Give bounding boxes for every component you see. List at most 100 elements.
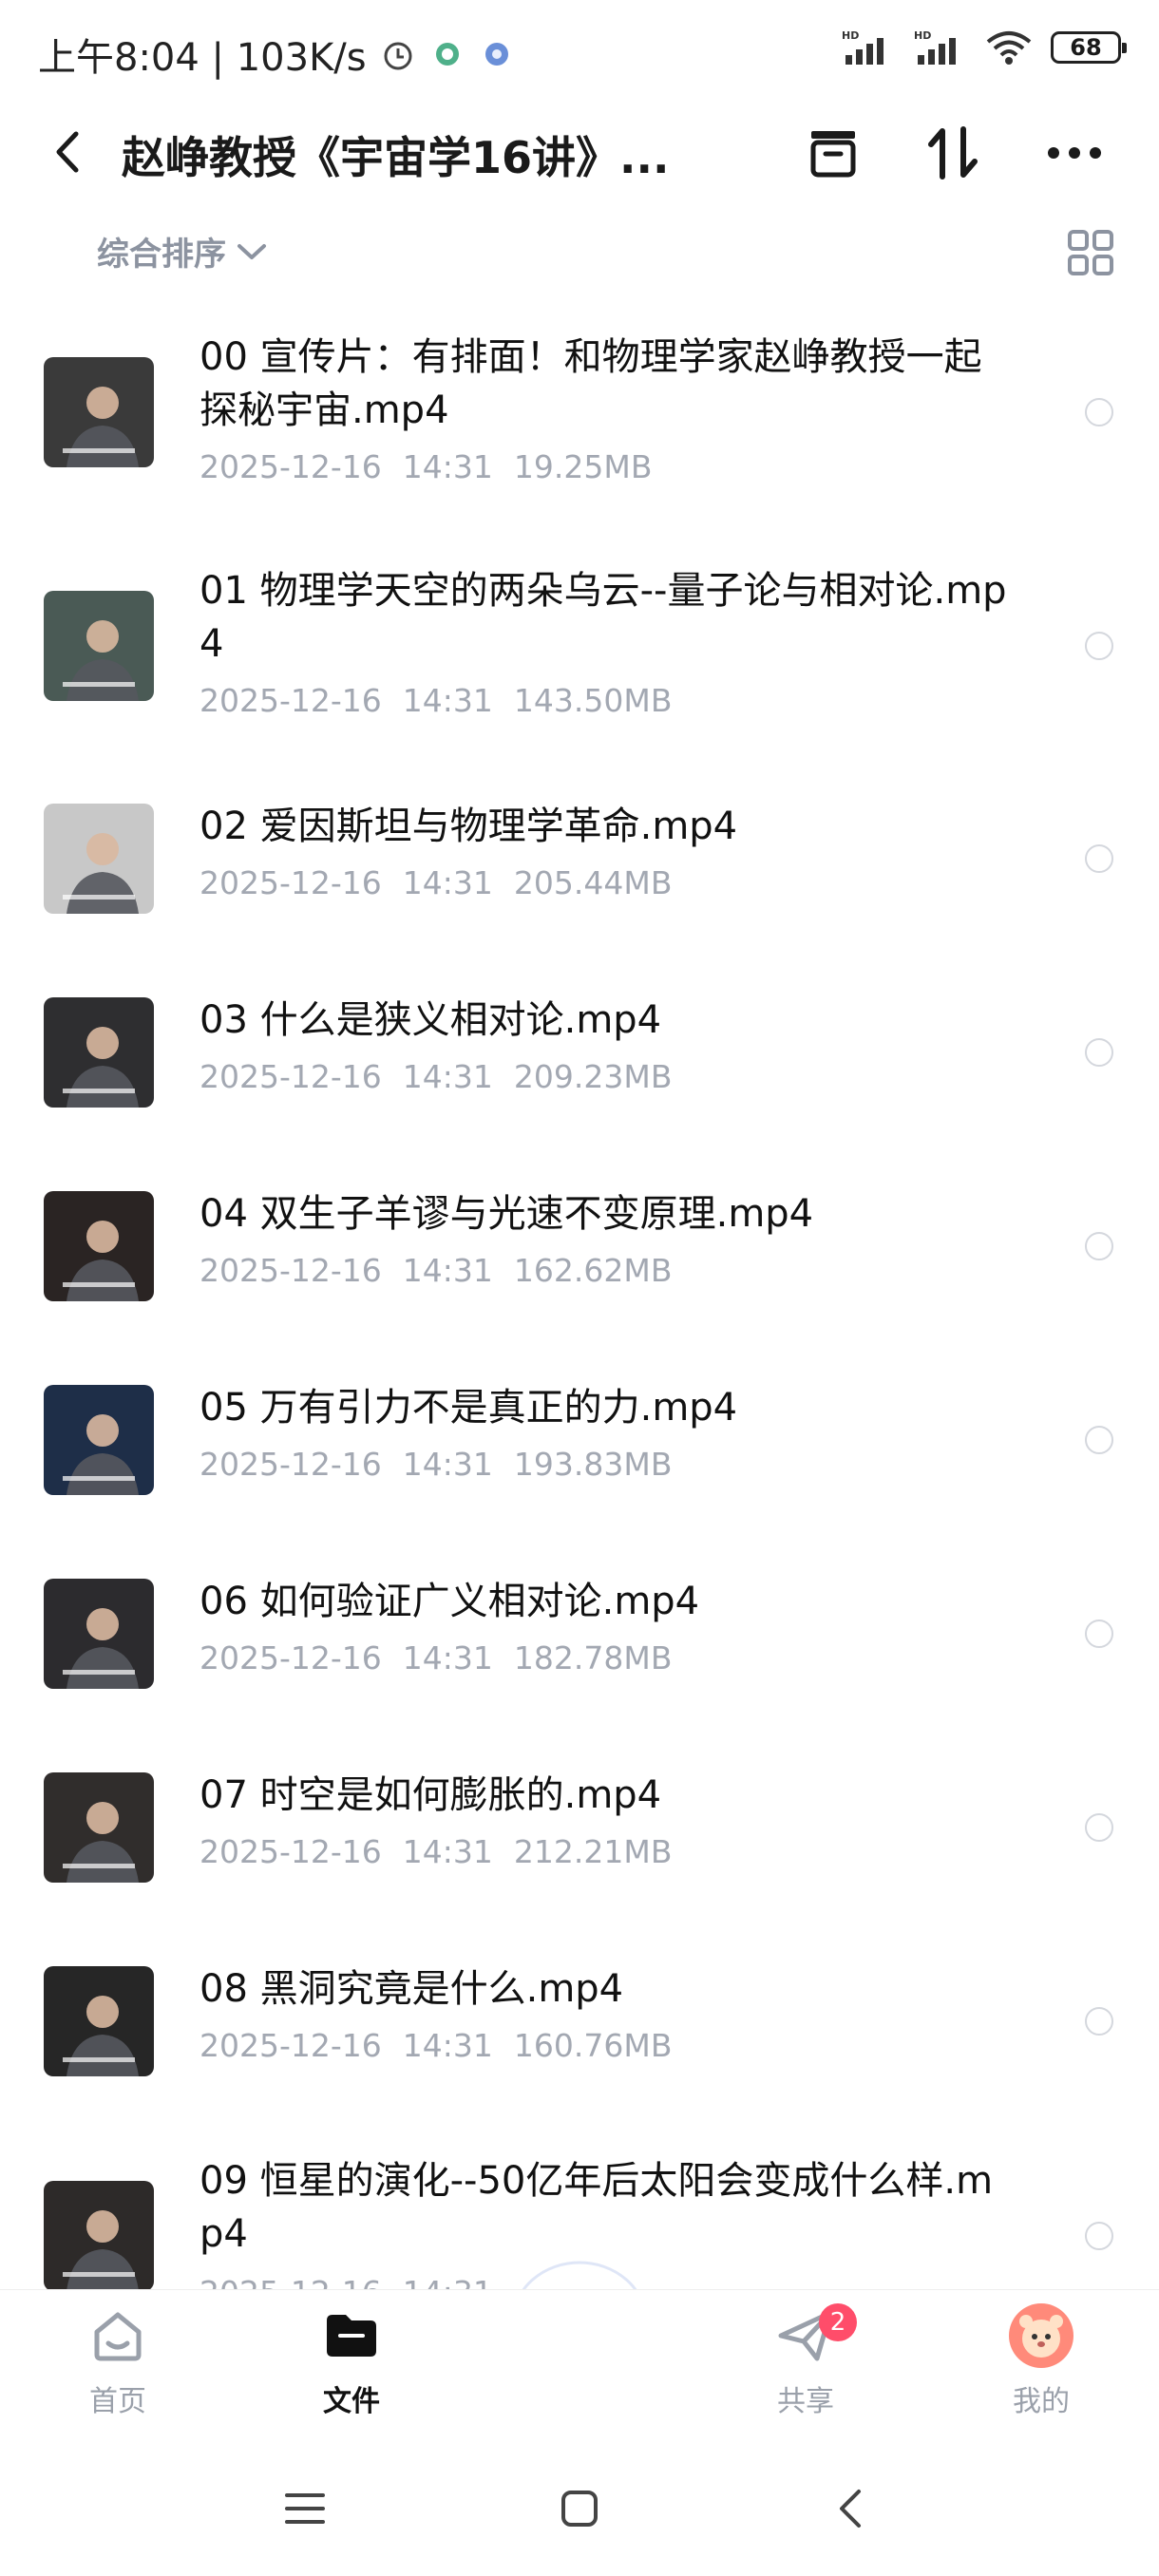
file-date: 2025-12-16 — [200, 2027, 382, 2064]
square-icon — [561, 2491, 598, 2527]
file-name: 07 时空是如何膨胀的.mp4 — [200, 1773, 662, 1817]
grid-view-button[interactable] — [1066, 228, 1115, 277]
header: 赵峥教授《宇宙学16讲》... — [0, 104, 1159, 199]
file-list-item[interactable]: 02 爱因斯坦与物理学革命.mp4 2025-12-16 14:31 205.44MB — [0, 764, 1159, 957]
file-time: 14:31 — [402, 682, 493, 719]
file-size: 143.50MB — [513, 682, 673, 719]
file-size: 19.25MB — [513, 448, 653, 485]
select-radio[interactable] — [1085, 1813, 1113, 1842]
video-thumbnail — [44, 1772, 154, 1883]
file-time: 14:31 — [402, 1058, 493, 1095]
back-button[interactable] — [38, 122, 99, 182]
file-list-item[interactable]: 00 宣传片：有排面！和物理学家赵峥教授一起探秘宇宙.mp4 2025-12-16… — [0, 296, 1159, 530]
file-name: 03 什么是狭义相对论.mp4 — [200, 998, 662, 1042]
video-thumbnail — [44, 1191, 154, 1301]
file-name: 06 如何验证广义相对论.mp4 — [200, 1580, 700, 1623]
file-date: 2025-12-16 — [200, 1252, 382, 1289]
file-name: 08 黑洞究竟是什么.mp4 — [200, 1967, 624, 2011]
status-bar: 上午8:04 | 103K/s HD HD 68 — [0, 0, 1159, 104]
video-thumbnail — [44, 1966, 154, 2076]
system-back-button[interactable] — [817, 2475, 884, 2542]
file-time: 14:31 — [402, 1446, 493, 1483]
app-screen: 上午8:04 | 103K/s HD HD 68 赵峥教授《宇宙学16讲》...… — [0, 0, 1159, 2576]
file-list-item[interactable]: 04 双生子羊谬与光速不变原理.mp4 2025-12-16 14:31 162.62… — [0, 1151, 1159, 1345]
file-meta: 2025-12-16 14:31 209.23MB — [200, 1058, 693, 1095]
share-badge: 2 — [819, 2303, 857, 2341]
select-radio[interactable] — [1085, 1232, 1113, 1260]
file-name: 00 宣传片：有排面！和物理学家赵峥教授一起探秘宇宙.mp4 — [200, 335, 982, 432]
file-date: 2025-12-16 — [200, 1639, 382, 1676]
file-meta: 2025-12-16 14:31 143.50MB — [200, 682, 693, 719]
nav-share[interactable]: 2 共享 — [730, 2301, 882, 2419]
select-radio[interactable] — [1085, 2222, 1113, 2250]
file-list: 00 宣传片：有排面！和物理学家赵峥教授一起探秘宇宙.mp4 2025-12-16… — [0, 296, 1159, 2289]
video-thumbnail — [44, 1385, 154, 1495]
video-thumbnail — [44, 591, 154, 701]
select-radio[interactable] — [1085, 844, 1113, 873]
home-button[interactable] — [546, 2475, 613, 2542]
select-radio[interactable] — [1085, 1426, 1113, 1454]
select-radio[interactable] — [1085, 1619, 1113, 1648]
page-title: 赵峥教授《宇宙学16讲》... — [122, 132, 670, 183]
menu-icon — [285, 2493, 325, 2524]
more-button[interactable] — [1041, 120, 1108, 186]
file-list-item[interactable]: 05 万有引力不是真正的力.mp4 2025-12-16 14:31 193.83MB — [0, 1345, 1159, 1539]
file-meta: 2025-12-16 14:31 162.62MB — [200, 1252, 693, 1289]
file-time: 14:31 — [402, 864, 493, 901]
status-time: 上午8:04 | 103K/s — [38, 36, 367, 80]
sort-row: 综合排序 — [0, 220, 1159, 287]
file-name: 05 万有引力不是真正的力.mp4 — [200, 1386, 738, 1430]
status-left: 上午8:04 | 103K/s — [38, 27, 515, 82]
sort-order-button[interactable] — [920, 120, 986, 186]
system-navigation-bar — [0, 2441, 1159, 2576]
archive-button[interactable] — [800, 120, 866, 186]
file-list-item[interactable]: 07 时空是如何膨胀的.mp4 2025-12-16 14:31 212.21MB — [0, 1733, 1159, 1926]
swap-vertical-icon — [928, 126, 978, 180]
select-radio[interactable] — [1085, 632, 1113, 660]
signal-label-2: HD — [914, 29, 931, 42]
chevron-left-icon — [840, 2490, 861, 2528]
file-list-item[interactable]: 01 物理学天空的两朵乌云--量子论与相对论.mp4 2025-12-16 14:3… — [0, 530, 1159, 764]
file-size: 182.78MB — [513, 1639, 673, 1676]
file-time: 14:31 — [402, 1639, 493, 1676]
select-radio[interactable] — [1085, 2007, 1113, 2036]
recent-apps-button[interactable] — [272, 2475, 338, 2542]
file-size: 160.76MB — [513, 2027, 673, 2064]
nav-mine[interactable]: 我的 — [965, 2301, 1117, 2419]
file-list-item[interactable]: 08 黑洞究竟是什么.mp4 2025-12-16 14:31 160.76MB — [0, 1926, 1159, 2120]
file-meta: 2025-12-16 14:31 182.78MB — [200, 1639, 693, 1676]
file-list-item[interactable]: 03 什么是狭义相对论.mp4 2025-12-16 14:31 209.23MB — [0, 957, 1159, 1151]
file-list-item[interactable]: 06 如何验证广义相对论.mp4 2025-12-16 14:31 182.78MB — [0, 1539, 1159, 1733]
file-date: 2025-12-16 — [200, 1833, 382, 1870]
bottom-nav: 首页 文件 2 共享 我的 — [0, 2289, 1159, 2442]
signal-icon: HD — [842, 29, 884, 65]
signal-icon-2: HD — [914, 29, 956, 65]
file-time: 14:31 — [402, 2027, 493, 2064]
select-radio[interactable] — [1085, 1038, 1113, 1067]
alarm-icon — [384, 42, 412, 70]
nav-files[interactable]: 文件 — [276, 2301, 428, 2419]
grid-icon — [1068, 230, 1113, 275]
file-name: 01 物理学天空的两朵乌云--量子论与相对论.mp4 — [200, 569, 1007, 666]
video-thumbnail — [44, 357, 154, 467]
select-radio[interactable] — [1085, 398, 1113, 426]
battery-indicator: 68 — [1051, 31, 1127, 64]
archive-icon — [810, 131, 856, 178]
home-icon — [84, 2301, 152, 2370]
file-meta: 2025-12-16 14:31 19.25MB — [200, 448, 673, 485]
video-thumbnail — [44, 997, 154, 1108]
file-date: 2025-12-16 — [200, 1446, 382, 1483]
file-name: 02 爱因斯坦与物理学革命.mp4 — [200, 805, 738, 848]
file-date: 2025-12-16 — [200, 864, 382, 901]
sort-dropdown[interactable]: 综合排序 — [97, 228, 268, 275]
sort-label: 综合排序 — [97, 236, 226, 274]
folder-icon — [317, 2301, 386, 2370]
file-time: 14:31 — [402, 1833, 493, 1870]
more-horizontal-icon — [1048, 147, 1101, 159]
nav-home[interactable]: 首页 — [42, 2301, 194, 2419]
file-meta: 2025-12-16 14:31 205.44MB — [200, 864, 693, 901]
file-meta: 2025-12-16 14:31 160.76MB — [200, 2027, 693, 2064]
video-thumbnail — [44, 804, 154, 914]
video-thumbnail — [44, 1579, 154, 1689]
signal-label: HD — [842, 29, 859, 42]
